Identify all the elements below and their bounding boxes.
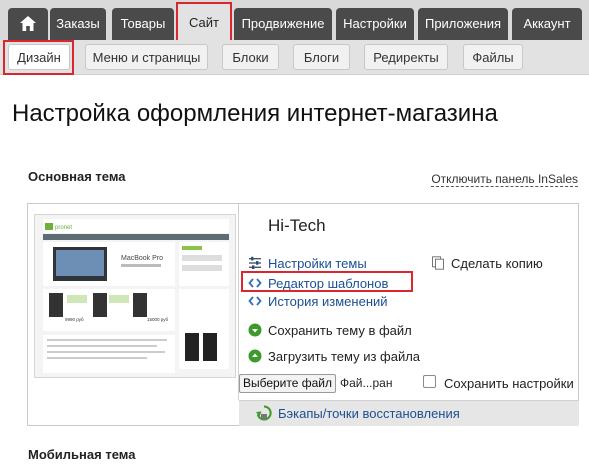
preview-banner-title: MacBook Pro xyxy=(121,255,163,262)
keep-settings-label: Сохранить настройки xyxy=(444,376,574,391)
theme-settings-label: Настройки темы xyxy=(268,256,367,271)
tab-settings[interactable]: Настройки xyxy=(336,8,414,40)
home-tab[interactable] xyxy=(8,8,48,40)
theme-settings-link[interactable]: Настройки темы xyxy=(248,256,388,272)
preview-price-1: 9990 руб xyxy=(65,317,84,322)
subtab-menu-pages[interactable]: Меню и страницы xyxy=(85,44,208,70)
sub-navigation: Дизайн Меню и страницы Блоки Блоги Редир… xyxy=(0,40,589,75)
theme-name: Hi-Tech xyxy=(268,216,326,235)
subtab-redirects[interactable]: Редиректы xyxy=(364,44,448,70)
tab-orders[interactable]: Заказы xyxy=(50,8,106,40)
save-theme-to-file-label: Сохранить тему в файл xyxy=(268,323,412,338)
code-brackets-icon xyxy=(248,296,262,306)
home-icon xyxy=(20,16,36,31)
page-title: Настройка оформления интернет-магазина xyxy=(12,100,498,127)
choose-file-button[interactable]: Выберите файл xyxy=(239,374,336,393)
template-editor-link[interactable]: Редактор шаблонов xyxy=(248,276,398,292)
code-brackets-icon xyxy=(248,278,262,288)
keep-settings-checkbox[interactable] xyxy=(423,375,436,388)
template-editor-label: Редактор шаблонов xyxy=(268,276,389,291)
upload-circle-icon xyxy=(248,349,262,363)
load-theme-from-file-label: Загрузить тему из файла xyxy=(268,349,421,364)
download-circle-icon xyxy=(248,323,262,337)
recycle-icon xyxy=(256,405,272,421)
subtab-files[interactable]: Файлы xyxy=(463,44,523,70)
selected-file-name: Фай...ран xyxy=(340,376,393,390)
sliders-icon xyxy=(249,256,261,269)
subtab-blogs[interactable]: Блоги xyxy=(293,44,350,70)
preview-logo: pronet xyxy=(55,225,72,231)
subtab-design[interactable]: Дизайн xyxy=(8,44,70,70)
change-history-link[interactable]: История изменений xyxy=(248,294,398,310)
copy-document-icon xyxy=(432,256,444,270)
tab-products[interactable]: Товары xyxy=(112,8,174,40)
card-divider xyxy=(238,204,239,400)
save-theme-to-file-link[interactable]: Сохранить тему в файл xyxy=(248,323,418,339)
main-theme-heading: Основная тема xyxy=(28,169,126,184)
tab-account[interactable]: Аккаунт xyxy=(512,8,582,40)
backups-label: Бэкапы/точки восстановления xyxy=(278,406,460,421)
make-copy-label: Сделать копию xyxy=(451,256,543,271)
preview-price-2: 15000 руб xyxy=(147,317,169,322)
theme-preview-image: pronet MacBook Pro 9990 руб 15000 руб xyxy=(34,214,236,378)
mobile-theme-heading: Мобильная тема xyxy=(28,447,136,462)
subtab-blocks[interactable]: Блоки xyxy=(222,44,279,70)
theme-preview-graphic: pronet MacBook Pro 9990 руб 15000 руб xyxy=(35,215,235,377)
change-history-label: История изменений xyxy=(268,294,388,309)
load-theme-from-file-link[interactable]: Загрузить тему из файла xyxy=(248,349,428,365)
top-navigation: Заказы Товары Сайт Продвижение Настройки… xyxy=(0,0,589,40)
tab-apps[interactable]: Приложения xyxy=(418,8,508,40)
make-copy-link[interactable]: Сделать копию xyxy=(431,256,551,272)
disable-insales-panel-link[interactable]: Отключить панель InSales xyxy=(431,172,578,187)
tab-promotion[interactable]: Продвижение xyxy=(234,8,332,40)
tab-site[interactable]: Сайт xyxy=(178,4,230,40)
backups-link[interactable]: Бэкапы/точки восстановления xyxy=(256,405,466,423)
